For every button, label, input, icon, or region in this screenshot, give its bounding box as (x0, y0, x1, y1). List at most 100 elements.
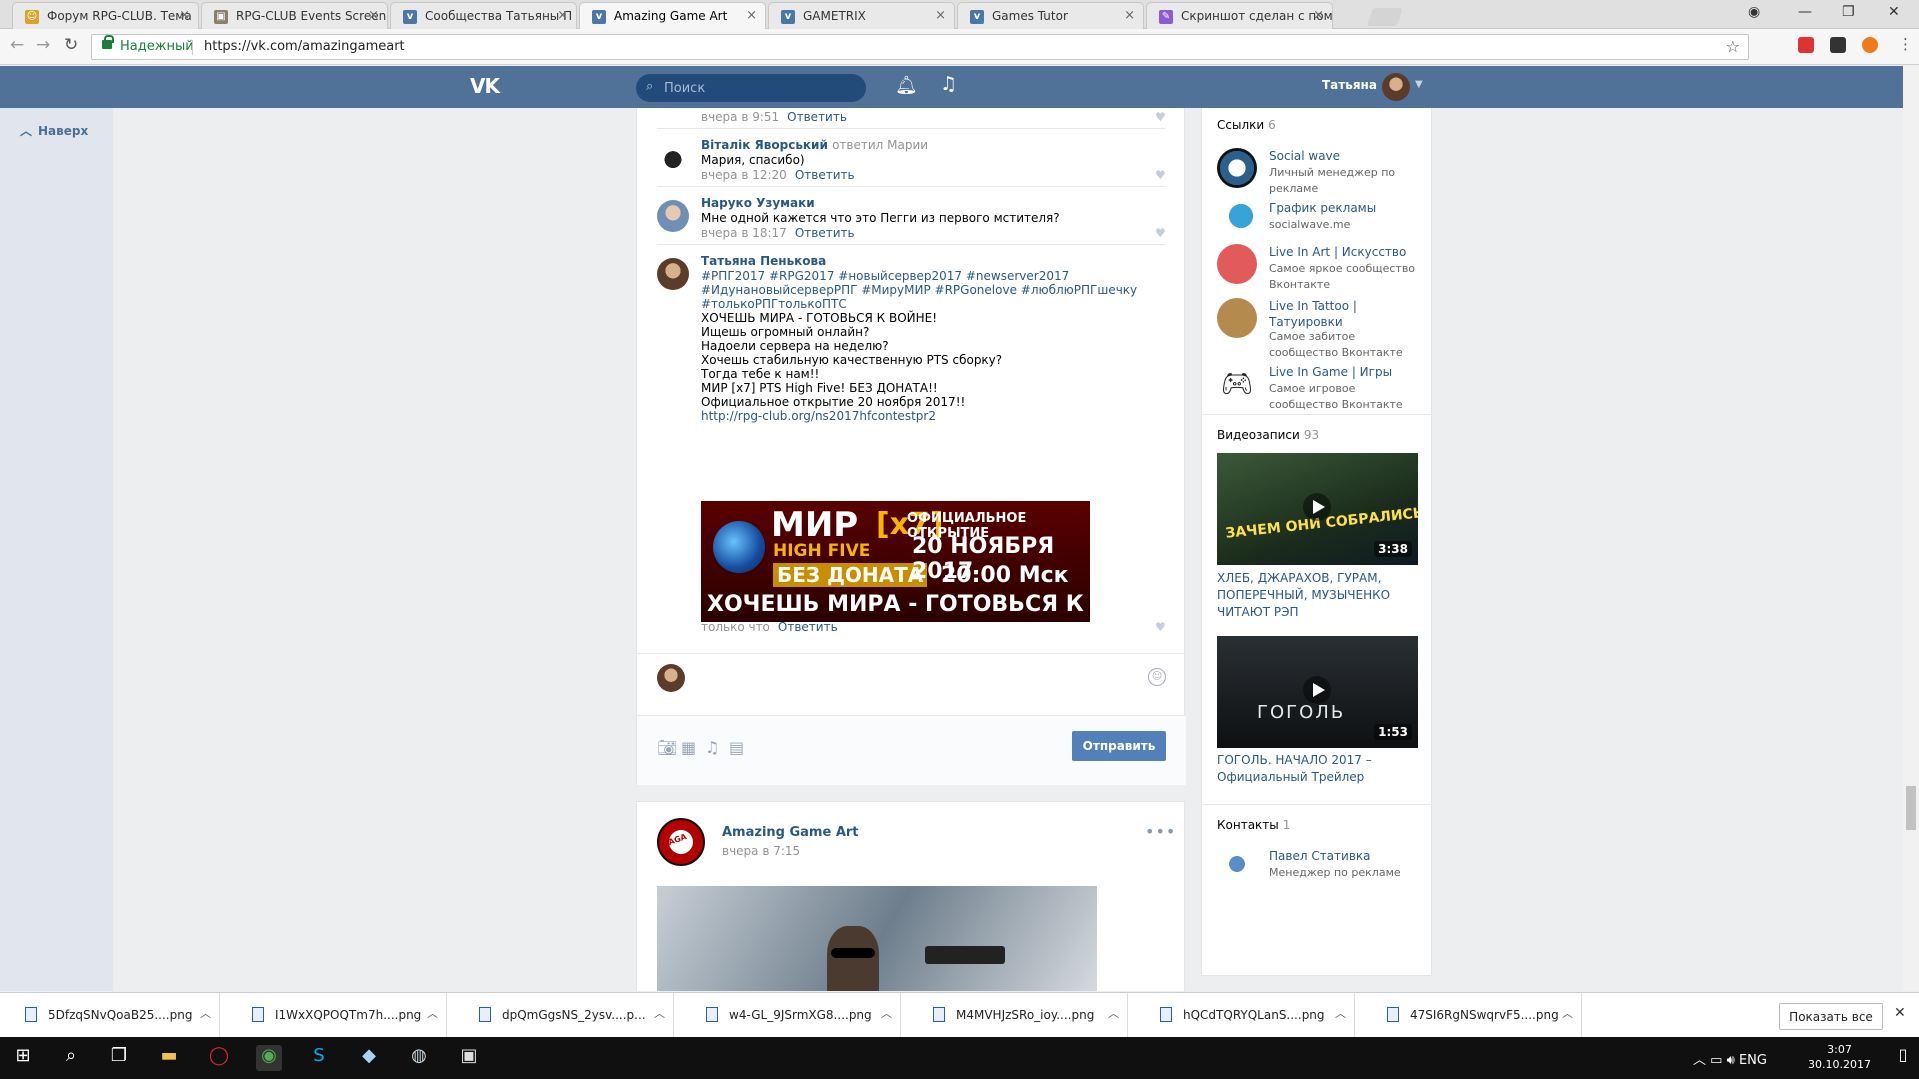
play-icon[interactable] (1303, 493, 1331, 521)
notifications-icon[interactable]: ▯ (1890, 1045, 1916, 1071)
forward-icon[interactable]: → (36, 35, 50, 55)
back-icon[interactable]: ← (10, 35, 24, 55)
show-all-downloads-button[interactable]: Показать все (1779, 1003, 1883, 1030)
tab-rpg-club-forum[interactable]: ☺ Форум RPG-CLUB. Тема × (12, 2, 199, 29)
url-text[interactable]: https://vk.com/amazingameart (204, 39, 405, 54)
clock[interactable]: 3:07 30.10.2017 (1808, 1042, 1871, 1072)
profile-icon[interactable]: ◉ (1748, 4, 1760, 20)
app-icon[interactable]: ◆ (356, 1045, 382, 1071)
promo-banner-image[interactable]: МИР [x7] HIGH FIVE БЕЗ ДОНАТА ОФИЦИАЛЬНО… (701, 501, 1090, 622)
fire-extension-icon[interactable] (1862, 37, 1878, 53)
tab-games-tutor[interactable]: v Games Tutor × (957, 2, 1144, 29)
tab-gametrix[interactable]: v GAMETRIX × (768, 2, 955, 29)
tab-screenshot[interactable]: ✎ Скриншот сделан с пом × (1146, 2, 1333, 29)
extension-icon[interactable] (1798, 37, 1814, 53)
comment-author[interactable]: Віталік Яворський (701, 138, 828, 152)
close-window-icon[interactable]: ✕ (1888, 4, 1900, 20)
tab-rpg-club-events[interactable]: ▣ RPG-CLUB Events Screen × (201, 2, 388, 29)
skype-icon[interactable]: S (306, 1045, 332, 1071)
close-tab-icon[interactable]: × (1313, 8, 1324, 23)
comment-author[interactable]: Наруко Узумаки (701, 196, 815, 210)
post-author[interactable]: Amazing Game Art (722, 825, 859, 840)
opera-icon[interactable]: ◯ (206, 1045, 232, 1071)
new-tab-button[interactable] (1367, 8, 1403, 26)
download-item[interactable]: 5DfzqSNvQoaB25....png ︿ (0, 993, 220, 1038)
video-icon[interactable]: ▦ (681, 738, 696, 757)
like-heart-icon[interactable]: ♥ (1155, 110, 1166, 124)
video-title[interactable]: ХЛЕБ, ДЖАРАХОВ, ГУРАМ, ПОПЕРЕЧНЫЙ, МУЗЫЧ… (1217, 570, 1422, 621)
steam-icon[interactable]: ◍ (406, 1045, 432, 1071)
comment-input[interactable] (697, 662, 1137, 698)
avatar[interactable] (657, 142, 689, 174)
document-icon[interactable]: ▤ (729, 738, 744, 757)
download-item[interactable]: 47SI6RgNSwqrvF5....png ︿ (1362, 993, 1582, 1038)
contact-name[interactable]: Павел Стативка (1269, 848, 1419, 864)
chevron-up-icon[interactable]: ︿ (1562, 1005, 1573, 1021)
video-title[interactable]: ГОГОЛЬ. НАЧАЛО 2017 – Официальный Трейле… (1217, 752, 1422, 786)
star-icon[interactable]: ☆ (1726, 37, 1740, 56)
download-item[interactable]: dpQmGgsNS_2ysv....p... ︿ (454, 993, 674, 1038)
chrome-icon[interactable]: ◉ (256, 1045, 282, 1071)
bell-icon[interactable]: 🔔︎ (895, 75, 918, 96)
camera-icon[interactable]: 📷︎ (657, 738, 677, 757)
reply-link[interactable]: Ответить (795, 226, 855, 240)
chevron-up-icon[interactable]: ︿ (1108, 1005, 1119, 1021)
address-bar[interactable]: Надежный https://vk.com/amazingameart ☆ (91, 34, 1749, 60)
reply-link[interactable]: Ответить (795, 168, 855, 182)
close-tab-icon[interactable]: × (557, 8, 568, 23)
more-options-icon[interactable]: ••• (1145, 822, 1176, 841)
comment-time[interactable]: только что (701, 620, 770, 634)
video-thumbnail[interactable]: ЗАЧЕМ ОНИ СОБРАЛИСЬ? 3:38 (1217, 453, 1418, 565)
chevron-up-icon[interactable]: ︿ (1335, 1005, 1346, 1021)
back-to-top-button[interactable]: ︿ Наверх (20, 122, 88, 139)
link-name[interactable]: Live In Game | Игры (1269, 364, 1419, 380)
tab-amazing-game-art[interactable]: v Amazing Game Art × (579, 2, 766, 29)
language-indicator[interactable]: ENG (1739, 1053, 1767, 1068)
music-icon[interactable]: ♫ (705, 738, 719, 757)
chevron-up-icon[interactable]: ︿ (1693, 1053, 1706, 1068)
chevron-up-icon[interactable]: ︿ (200, 1005, 211, 1021)
chevron-up-icon[interactable]: ︿ (427, 1005, 438, 1021)
comment-author[interactable]: Татьяна Пенькова (701, 254, 826, 268)
chevron-down-icon[interactable]: ▼ (1415, 79, 1423, 90)
reply-link[interactable]: Ответить (778, 620, 838, 634)
download-item[interactable]: w4-GL_9JSrmXG8....png ︿ (681, 993, 901, 1038)
download-item[interactable]: I1WxXQPOQTm7h....png ︿ (227, 993, 447, 1038)
post-image[interactable] (657, 886, 1097, 991)
search-icon[interactable]: ⌕ (58, 1045, 84, 1071)
search-input[interactable] (664, 79, 854, 97)
file-explorer-icon[interactable]: ▬ (156, 1045, 182, 1071)
send-button[interactable]: Отправить (1072, 731, 1166, 761)
link-name[interactable]: График рекламы (1269, 200, 1419, 216)
reload-icon[interactable]: ↻ (64, 35, 78, 55)
avatar[interactable] (1382, 73, 1410, 101)
play-icon[interactable] (1303, 676, 1331, 704)
mail-extension-icon[interactable] (1830, 37, 1846, 53)
comment-link[interactable]: http://rpg-club.org/ns2017hfcontestpr2 (701, 408, 936, 425)
network-icon[interactable]: ▭ (1710, 1053, 1722, 1068)
search-box[interactable]: ⌕ (636, 74, 866, 102)
chevron-up-icon[interactable]: ︿ (654, 1005, 665, 1021)
close-tab-icon[interactable]: × (746, 8, 757, 23)
chevron-up-icon[interactable]: ︿ (881, 1005, 892, 1021)
like-heart-icon[interactable]: ♥ (1155, 226, 1166, 240)
link-name[interactable]: Live In Tattoo | Татуировки (1269, 298, 1419, 330)
scrollbar-thumb[interactable] (1906, 786, 1916, 830)
comment-time[interactable]: вчера в 9:51 (701, 110, 779, 124)
links-header[interactable]: Ссылки 6 (1217, 118, 1276, 132)
link-name[interactable]: Live In Art | Искусство (1269, 244, 1419, 260)
videos-header[interactable]: Видеозаписи 93 (1217, 428, 1319, 442)
task-view-icon[interactable]: ❐ (106, 1045, 132, 1071)
restore-icon[interactable]: ❐ (1842, 4, 1855, 20)
close-tab-icon[interactable]: × (179, 8, 190, 23)
post-time[interactable]: вчера в 7:15 (722, 844, 800, 858)
link-name[interactable]: Social wave (1269, 148, 1419, 164)
video-thumbnail[interactable]: ГОГОЛЬ 1:53 (1217, 636, 1418, 748)
avatar[interactable]: AGA (657, 818, 705, 866)
user-name[interactable]: Татьяна (1322, 78, 1377, 92)
comment-time[interactable]: вчера в 12:20 (701, 168, 787, 182)
page-scrollbar[interactable] (1903, 66, 1919, 991)
comment-time[interactable]: вчера в 18:17 (701, 226, 787, 240)
close-icon[interactable]: ✕ (1894, 1005, 1906, 1021)
avatar[interactable] (657, 258, 689, 290)
